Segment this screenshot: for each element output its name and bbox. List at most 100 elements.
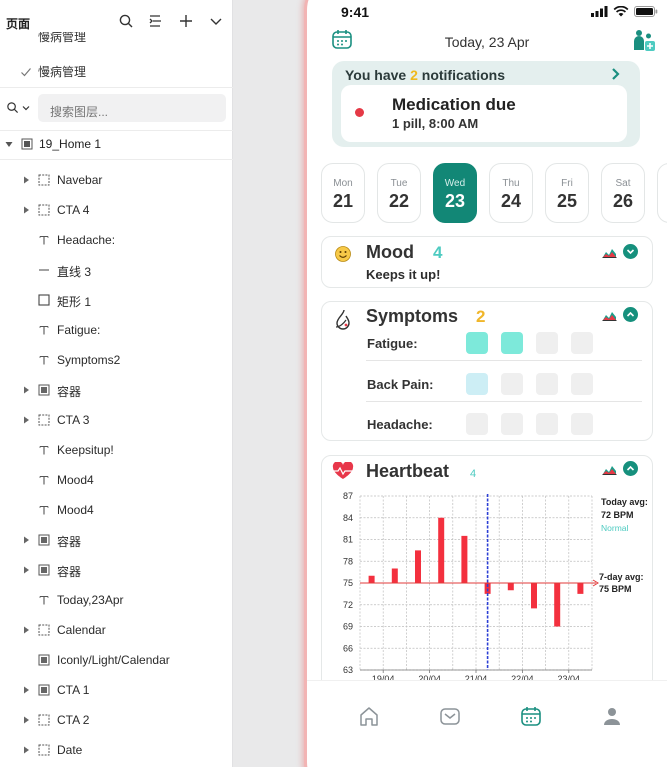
day-number: 26 (612, 191, 634, 211)
layer-row[interactable]: Fatigue: (0, 315, 233, 345)
symptom-level-cell[interactable] (571, 413, 593, 435)
layer-row[interactable]: Today,23Apr (0, 585, 233, 615)
phone-frame: 9:41 Today, 23 Apr You have 2 notificati… (307, 0, 667, 767)
layer-row[interactable]: 容器 (0, 555, 233, 585)
collapse-button[interactable] (623, 244, 638, 259)
day-mon[interactable]: Mon 21 (321, 163, 365, 223)
layer-row[interactable]: Mood4 (0, 465, 233, 495)
layer-row[interactable]: CTA 1 (0, 675, 233, 705)
caret-right-icon[interactable] (23, 386, 30, 394)
caret-right-icon[interactable] (23, 566, 30, 574)
caret-right-icon[interactable] (23, 176, 30, 184)
symptom-level-cell[interactable] (536, 373, 558, 395)
home-icon[interactable] (358, 705, 380, 727)
page-item-cutoff[interactable]: 慢病管理 (38, 32, 86, 44)
day-number: 23 (444, 191, 466, 211)
today-avg-status: Normal (601, 523, 629, 533)
area-chart-icon[interactable] (602, 246, 617, 258)
layer-row[interactable]: 容器 (0, 375, 233, 405)
layer-row[interactable]: CTA 2 (0, 705, 233, 735)
caret-right-icon[interactable] (23, 686, 30, 694)
chevron-down-icon[interactable] (208, 13, 224, 29)
layer-search-input[interactable] (38, 94, 226, 122)
notification-card[interactable]: Medication due 1 pill, 8:00 AM (341, 85, 627, 142)
heartbeat-card[interactable]: Heartbeat 4 63 66 69 72 75 78 81 84 87 19/04 20/04… (321, 455, 653, 692)
layer-row[interactable]: Date (0, 735, 233, 765)
symptom-level-cell[interactable] (501, 373, 523, 395)
layer-row[interactable]: Mood4 (0, 495, 233, 525)
symptom-level-cell[interactable] (466, 413, 488, 435)
notification-subtitle: 1 pill, 8:00 AM (392, 116, 479, 131)
symptom-level-cell[interactable] (571, 332, 593, 354)
layer-row[interactable]: Iconly/Light/Calendar (0, 645, 233, 675)
calendar-icon[interactable] (520, 705, 542, 727)
layer-row[interactable]: 直线 3 (0, 255, 233, 285)
layer-row[interactable]: 矩形 1 (0, 285, 233, 315)
page-item-active[interactable]: 慢病管理 (20, 63, 86, 80)
notification-banner[interactable]: You have 2 notifications Medication due … (332, 61, 640, 147)
text-icon (39, 325, 49, 335)
expand-button[interactable] (623, 307, 638, 322)
chevron-right-icon[interactable] (610, 67, 622, 81)
layer-row[interactable]: Navebar (0, 165, 233, 195)
layer-row[interactable]: Keepsitup! (0, 435, 233, 465)
layer-row[interactable]: 容器 (0, 525, 233, 555)
page-item-label: 慢病管理 (38, 65, 87, 79)
symptom-level-cell[interactable] (536, 332, 558, 354)
search-icon[interactable] (118, 13, 134, 29)
group-icon (38, 654, 50, 666)
symptoms-card[interactable]: Symptoms 2 Fatigue: Back Pain: Headache: (321, 301, 653, 441)
group-icon (38, 684, 50, 696)
collapse-layers-icon[interactable] (148, 13, 164, 29)
caret-right-icon[interactable] (23, 746, 30, 754)
layer-row[interactable]: CTA 4 (0, 195, 233, 225)
layer-name: Keepsitup! (57, 443, 114, 457)
layer-name: Calendar (57, 623, 106, 637)
search-filter-dropdown[interactable] (6, 101, 30, 114)
caret-right-icon[interactable] (23, 206, 30, 214)
family-icon[interactable] (632, 28, 656, 52)
message-icon[interactable] (439, 705, 461, 727)
day-tue[interactable]: Tue 22 (377, 163, 421, 223)
layer-name: CTA 2 (57, 713, 90, 727)
day-name: Fri (561, 178, 573, 189)
day-number: 22 (388, 191, 410, 211)
caret-right-icon[interactable] (23, 716, 30, 724)
layers-panel: 页面 慢病管理 慢病管理 19_Home 1 Navebar CTA 4 Heada… (0, 0, 233, 767)
symptom-level-cell[interactable] (571, 373, 593, 395)
layer-row[interactable]: Calendar (0, 615, 233, 645)
heartbeat-bar (507, 583, 514, 591)
page-tree-root[interactable]: 19_Home 1 (0, 133, 101, 155)
text-icon (39, 355, 49, 365)
symptom-level-cell[interactable] (501, 332, 523, 354)
layer-row[interactable]: Symptoms2 (0, 345, 233, 375)
wifi-icon (613, 6, 629, 17)
area-chart-icon[interactable] (602, 309, 617, 321)
heartbeat-chart: 63666972757881848719/04 20/04 21/04 22/04 23… (343, 491, 648, 684)
layer-row[interactable]: Headache: (0, 225, 233, 255)
symptom-level-cell[interactable] (466, 332, 488, 354)
layer-row[interactable]: CTA 3 (0, 405, 233, 435)
symptom-level-cell[interactable] (501, 413, 523, 435)
add-icon[interactable] (178, 13, 194, 29)
day-sat[interactable]: Sat 26 (601, 163, 645, 223)
heartbeat-bar (391, 568, 398, 583)
day-wed[interactable]: Wed 23 (433, 163, 477, 223)
date-title: Today, 23 Apr (444, 34, 530, 50)
profile-icon[interactable] (601, 705, 623, 727)
bottom-tab-bar (307, 680, 667, 743)
text-icon (39, 445, 49, 455)
mood-card[interactable]: Mood 4 Keeps it up! (321, 236, 653, 288)
caret-right-icon[interactable] (23, 536, 30, 544)
symptom-level-cell[interactable] (536, 413, 558, 435)
caret-right-icon[interactable] (23, 626, 30, 634)
day-name: Thu (502, 178, 520, 189)
calendar-icon[interactable] (331, 28, 353, 50)
line-icon (39, 269, 49, 271)
caret-right-icon[interactable] (23, 416, 30, 424)
caret-down-icon[interactable] (5, 140, 13, 148)
day-next-partial[interactable] (657, 163, 667, 223)
day-thu[interactable]: Thu 24 (489, 163, 533, 223)
day-fri[interactable]: Fri 25 (545, 163, 589, 223)
symptom-level-cell[interactable] (466, 373, 488, 395)
